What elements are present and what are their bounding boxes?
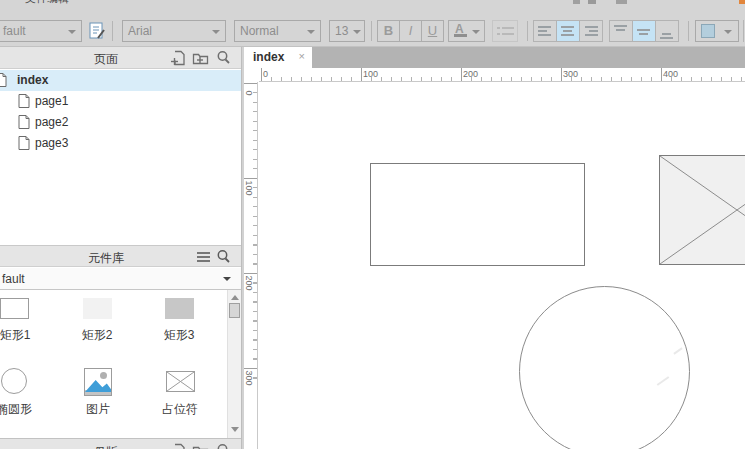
bold-button[interactable]: B	[377, 20, 400, 42]
underline-button[interactable]: U	[421, 20, 444, 42]
align-bottom-button[interactable]	[655, 20, 679, 42]
fill-color-dropdown[interactable]	[695, 20, 739, 42]
ruler-corner	[244, 68, 259, 82]
chevron-down-icon	[353, 30, 361, 34]
canvas-ellipse-shape[interactable]	[519, 286, 690, 449]
toolbar-separator	[112, 21, 113, 41]
search-icon[interactable]	[216, 50, 231, 65]
toolbar-separator	[371, 21, 372, 41]
toolbar-speck	[616, 0, 627, 4]
align-center-button[interactable]	[556, 20, 580, 42]
tab-label: index	[253, 50, 284, 64]
horizontal-ruler: 0 100 200 300 400	[259, 68, 745, 82]
add-folder-icon[interactable]	[192, 50, 209, 66]
page-item-index[interactable]: index	[0, 70, 241, 91]
widget-ellipse-thumb[interactable]	[1, 368, 27, 394]
italic-button[interactable]: I	[399, 20, 422, 42]
color-bar	[454, 34, 467, 37]
widget-label: 占位符	[145, 401, 215, 418]
font-weight-dropdown[interactable]: Normal	[234, 20, 321, 42]
widget-image-thumb[interactable]	[84, 368, 112, 396]
pages-panel-header: 页面	[0, 47, 241, 69]
edit-style-icon[interactable]	[88, 21, 106, 41]
widget-label: 矩形1	[0, 327, 50, 344]
page-icon	[0, 73, 7, 87]
add-folder-icon[interactable]	[192, 443, 209, 449]
tab-bar: index ×	[244, 47, 745, 68]
chevron-down-icon	[307, 30, 315, 34]
fill-color-swatch	[701, 24, 715, 38]
masters-panel-header: 母版	[0, 438, 241, 449]
menu-icon[interactable]	[197, 251, 211, 264]
text-color-button[interactable]: A	[448, 20, 485, 42]
chevron-down-icon	[223, 277, 231, 281]
canvas-placeholder-shape[interactable]	[659, 155, 745, 265]
widgets-grid: 矩形1 矩形2 矩形3 椭圆形 图片 占位符	[0, 290, 241, 438]
widgets-panel-header: 元件库	[0, 245, 241, 267]
widget-rect2-thumb[interactable]	[83, 298, 112, 319]
chevron-down-icon	[724, 30, 732, 34]
align-middle-button[interactable]	[632, 20, 656, 42]
clipped-menu-text: 文件编辑	[25, 0, 85, 4]
search-icon[interactable]	[216, 443, 231, 449]
toolbar-speck	[588, 0, 596, 4]
toolbar-speck	[573, 0, 580, 4]
library-dropdown[interactable]: fault	[0, 268, 241, 290]
page-item-page2[interactable]: page2	[0, 112, 241, 133]
search-icon[interactable]	[216, 249, 231, 264]
widget-rect3-thumb[interactable]	[165, 298, 194, 319]
tab-close-icon[interactable]: ×	[299, 50, 305, 62]
toolbar-speck	[739, 0, 745, 4]
widget-label: 图片	[63, 401, 133, 418]
canvas-rectangle-shape[interactable]	[370, 163, 585, 266]
widgets-scrollbar[interactable]	[227, 290, 241, 438]
widget-label: 矩形2	[62, 327, 132, 344]
tab-index[interactable]: index ×	[244, 47, 312, 68]
add-page-icon[interactable]	[170, 50, 186, 66]
widget-label: 矩形3	[144, 327, 214, 344]
pages-tree: index page1 page2 page3	[0, 70, 241, 245]
widget-placeholder-thumb[interactable]	[166, 371, 195, 392]
font-size-dropdown[interactable]: 13	[329, 20, 365, 42]
chevron-down-icon	[472, 30, 480, 34]
scroll-up-icon[interactable]	[231, 295, 239, 300]
align-right-button[interactable]	[579, 20, 603, 42]
page-icon	[18, 94, 30, 108]
design-canvas[interactable]	[258, 82, 745, 449]
font-dropdown[interactable]: Arial	[122, 20, 226, 42]
style-dropdown[interactable]: fault	[0, 20, 82, 42]
page-icon	[18, 136, 30, 150]
toolbar-separator	[527, 21, 528, 41]
page-item-page3[interactable]: page3	[0, 133, 241, 154]
axure-app: 文件编辑 fault Arial Normal 13 B I U A	[0, 0, 745, 449]
toolbar-separator	[688, 21, 689, 41]
toolbar-separator	[743, 20, 744, 42]
page-icon	[18, 115, 30, 129]
page-item-page1[interactable]: page1	[0, 91, 241, 112]
widget-label: 椭圆形	[0, 401, 49, 418]
scroll-down-icon[interactable]	[231, 427, 239, 432]
bullet-list-button[interactable]	[492, 20, 518, 42]
widget-rect1-thumb[interactable]	[0, 298, 29, 319]
align-left-button[interactable]	[533, 20, 557, 42]
align-top-button[interactable]	[609, 20, 633, 42]
add-page-icon[interactable]	[170, 443, 186, 449]
widgets-panel-title: 元件库	[0, 250, 212, 267]
vertical-ruler: 0 100 200 300	[244, 82, 258, 449]
chevron-down-icon	[68, 30, 76, 34]
toolbar: 文件编辑 fault Arial Normal 13 B I U A	[0, 0, 745, 47]
scroll-thumb[interactable]	[229, 303, 240, 318]
chevron-down-icon	[212, 30, 220, 34]
